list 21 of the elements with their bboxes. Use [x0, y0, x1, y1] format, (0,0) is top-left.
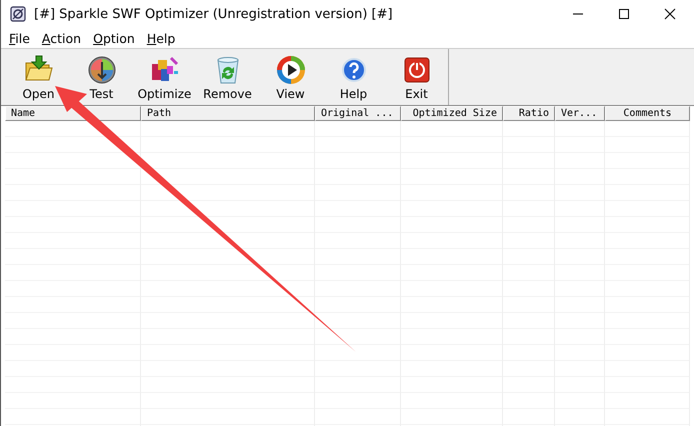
dial-icon	[86, 54, 118, 86]
close-icon[interactable]	[664, 8, 676, 20]
column-header[interactable]: Ver...	[555, 106, 605, 121]
column-header[interactable]: Path	[141, 106, 315, 121]
toolbar-button[interactable]: Optimize	[133, 49, 196, 105]
column-header[interactable]: Optimized Size	[401, 106, 503, 121]
column-header[interactable]: Original ...	[315, 106, 401, 121]
menu-item[interactable]: Action	[42, 30, 82, 46]
app-icon	[10, 6, 26, 22]
window-title: [#] Sparkle SWF Optimizer (Unregistration version) [#]	[34, 6, 394, 22]
play-icon	[274, 54, 306, 86]
maximize-icon[interactable]	[618, 8, 630, 20]
column-header[interactable]: Comments	[605, 106, 690, 121]
toolbar-button[interactable]: Remove	[196, 49, 259, 105]
toolbar-button[interactable]: View	[259, 49, 322, 105]
menu-item[interactable]: Option	[93, 30, 135, 46]
menu-item[interactable]: File	[9, 30, 30, 46]
toolbar-button[interactable]: Help	[322, 49, 385, 105]
menu-item[interactable]: Help	[146, 30, 176, 46]
column-header[interactable]: Ratio	[503, 106, 555, 121]
toolbar-button[interactable]: Exit	[385, 49, 448, 105]
